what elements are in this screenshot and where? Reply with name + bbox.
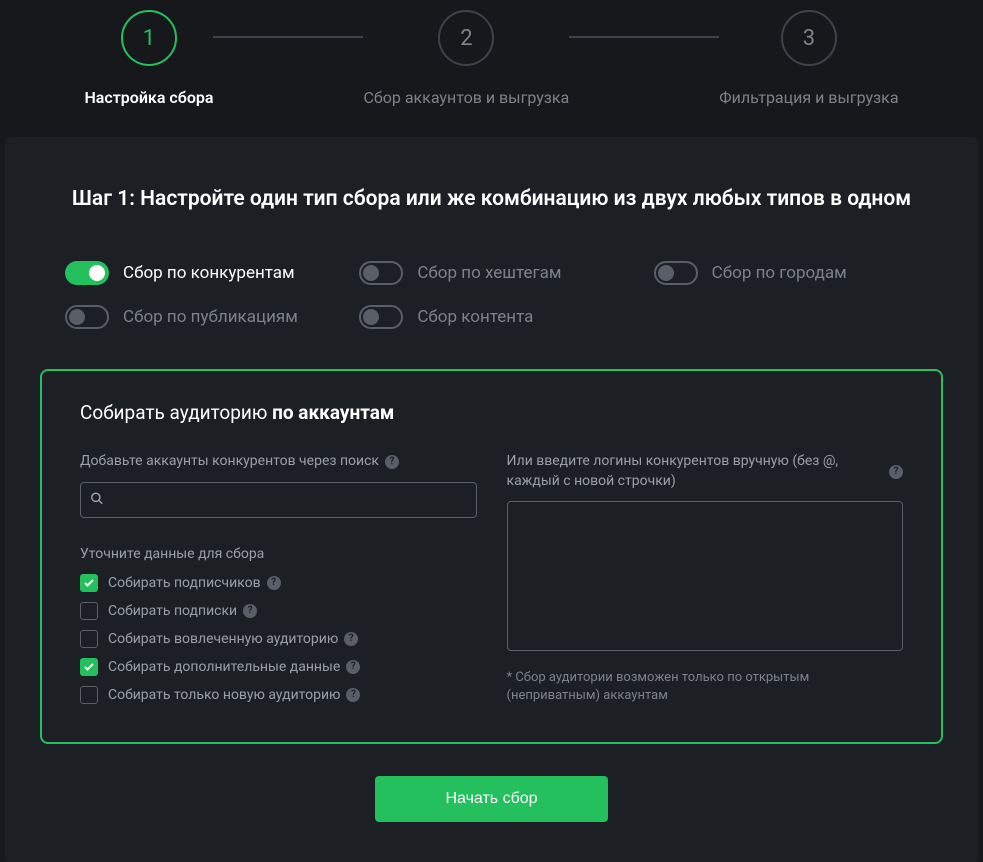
- checkbox-group: Собирать подписчиков? Собирать подписки?…: [80, 574, 477, 704]
- toggle-switch[interactable]: [654, 261, 698, 285]
- search-label: Добавьте аккаунты конкурентов через поис…: [80, 452, 477, 472]
- checkbox[interactable]: [80, 630, 98, 648]
- checkbox-label: Собирать вовлеченную аудиторию?: [108, 631, 358, 647]
- form-title-bold: по аккаунтам: [272, 401, 394, 424]
- checkbox-new-only[interactable]: Собирать только новую аудиторию?: [80, 686, 477, 704]
- toggle-switch[interactable]: [65, 305, 109, 329]
- checkbox-label: Собирать подписки?: [108, 603, 257, 619]
- help-icon[interactable]: ?: [385, 455, 399, 469]
- checkbox[interactable]: [80, 574, 98, 592]
- toggle-label: Сбор по городам: [712, 263, 847, 283]
- step-line: [569, 36, 719, 38]
- step-circle-1: 1: [121, 10, 177, 66]
- toggle-switch[interactable]: [65, 261, 109, 285]
- checkbox-label: Собирать только новую аудиторию?: [108, 687, 360, 703]
- help-icon[interactable]: ?: [344, 632, 358, 646]
- checkbox-label: Собирать подписчиков?: [108, 575, 281, 591]
- checkbox[interactable]: [80, 686, 98, 704]
- step-label-2: Сбор аккаунтов и выгрузка: [363, 88, 569, 107]
- step-line: [213, 36, 363, 38]
- toggle-switch[interactable]: [359, 261, 403, 285]
- help-icon[interactable]: ?: [889, 465, 903, 479]
- form-box: Собирать аудиторию по аккаунтам Добавьте…: [40, 369, 943, 744]
- toggle-label: Сбор контента: [417, 307, 533, 327]
- step-circle-2: 2: [438, 10, 494, 66]
- main-panel: Шаг 1: Настройте один тип сбора или же к…: [5, 137, 978, 862]
- search-input[interactable]: [80, 482, 477, 518]
- page-title: Шаг 1: Настройте один тип сбора или же к…: [35, 187, 948, 211]
- section-label: Уточните данные для сбора: [80, 546, 477, 562]
- checkbox[interactable]: [80, 658, 98, 676]
- toggle-label: Сбор по хештегам: [417, 263, 561, 283]
- submit-row: Начать сбор: [35, 776, 948, 822]
- hint-text: * Сбор аудитории возможен только по откр…: [507, 669, 904, 705]
- step-2[interactable]: 2 Сбор аккаунтов и выгрузка: [363, 10, 569, 107]
- logins-textarea[interactable]: [507, 501, 904, 651]
- textarea-label-text: Или введите логины конкурентов вручную (…: [507, 452, 884, 491]
- checkbox-following[interactable]: Собирать подписки?: [80, 602, 477, 620]
- help-icon[interactable]: ?: [346, 688, 360, 702]
- stepper: 1 Настройка сбора 2 Сбор аккаунтов и выг…: [0, 0, 983, 137]
- step-circle-3: 3: [781, 10, 837, 66]
- step-label-3: Фильтрация и выгрузка: [719, 88, 898, 107]
- search-label-text: Добавьте аккаунты конкурентов через поис…: [80, 452, 379, 472]
- form-left-column: Добавьте аккаунты конкурентов через поис…: [80, 452, 477, 706]
- toggle-competitors[interactable]: Сбор по конкурентам: [65, 261, 329, 285]
- toggle-label: Сбор по конкурентам: [123, 263, 295, 283]
- checkbox-label: Собирать дополнительные данные?: [108, 659, 360, 675]
- start-collection-button[interactable]: Начать сбор: [375, 776, 607, 822]
- checkbox-followers[interactable]: Собирать подписчиков?: [80, 574, 477, 592]
- toggle-publications[interactable]: Сбор по публикациям: [65, 305, 329, 329]
- toggle-content[interactable]: Сбор контента: [359, 305, 623, 329]
- form-title-prefix: Собирать аудиторию: [80, 401, 272, 424]
- step-3[interactable]: 3 Фильтрация и выгрузка: [719, 10, 898, 107]
- step-1[interactable]: 1 Настройка сбора: [84, 10, 213, 107]
- toggle-switch[interactable]: [359, 305, 403, 329]
- checkbox[interactable]: [80, 602, 98, 620]
- toggle-group: Сбор по конкурентам Сбор по хештегам Сбо…: [35, 261, 948, 369]
- toggle-cities[interactable]: Сбор по городам: [654, 261, 918, 285]
- help-icon[interactable]: ?: [267, 576, 281, 590]
- toggle-label: Сбор по публикациям: [123, 307, 298, 327]
- toggle-hashtags[interactable]: Сбор по хештегам: [359, 261, 623, 285]
- search-wrapper: [80, 482, 477, 518]
- form-right-column: Или введите логины конкурентов вручную (…: [507, 452, 904, 706]
- help-icon[interactable]: ?: [243, 604, 257, 618]
- step-label-1: Настройка сбора: [84, 88, 213, 107]
- checkbox-additional[interactable]: Собирать дополнительные данные?: [80, 658, 477, 676]
- textarea-label: Или введите логины конкурентов вручную (…: [507, 452, 904, 491]
- checkbox-engaged[interactable]: Собирать вовлеченную аудиторию?: [80, 630, 477, 648]
- form-title: Собирать аудиторию по аккаунтам: [80, 401, 903, 424]
- help-icon[interactable]: ?: [346, 660, 360, 674]
